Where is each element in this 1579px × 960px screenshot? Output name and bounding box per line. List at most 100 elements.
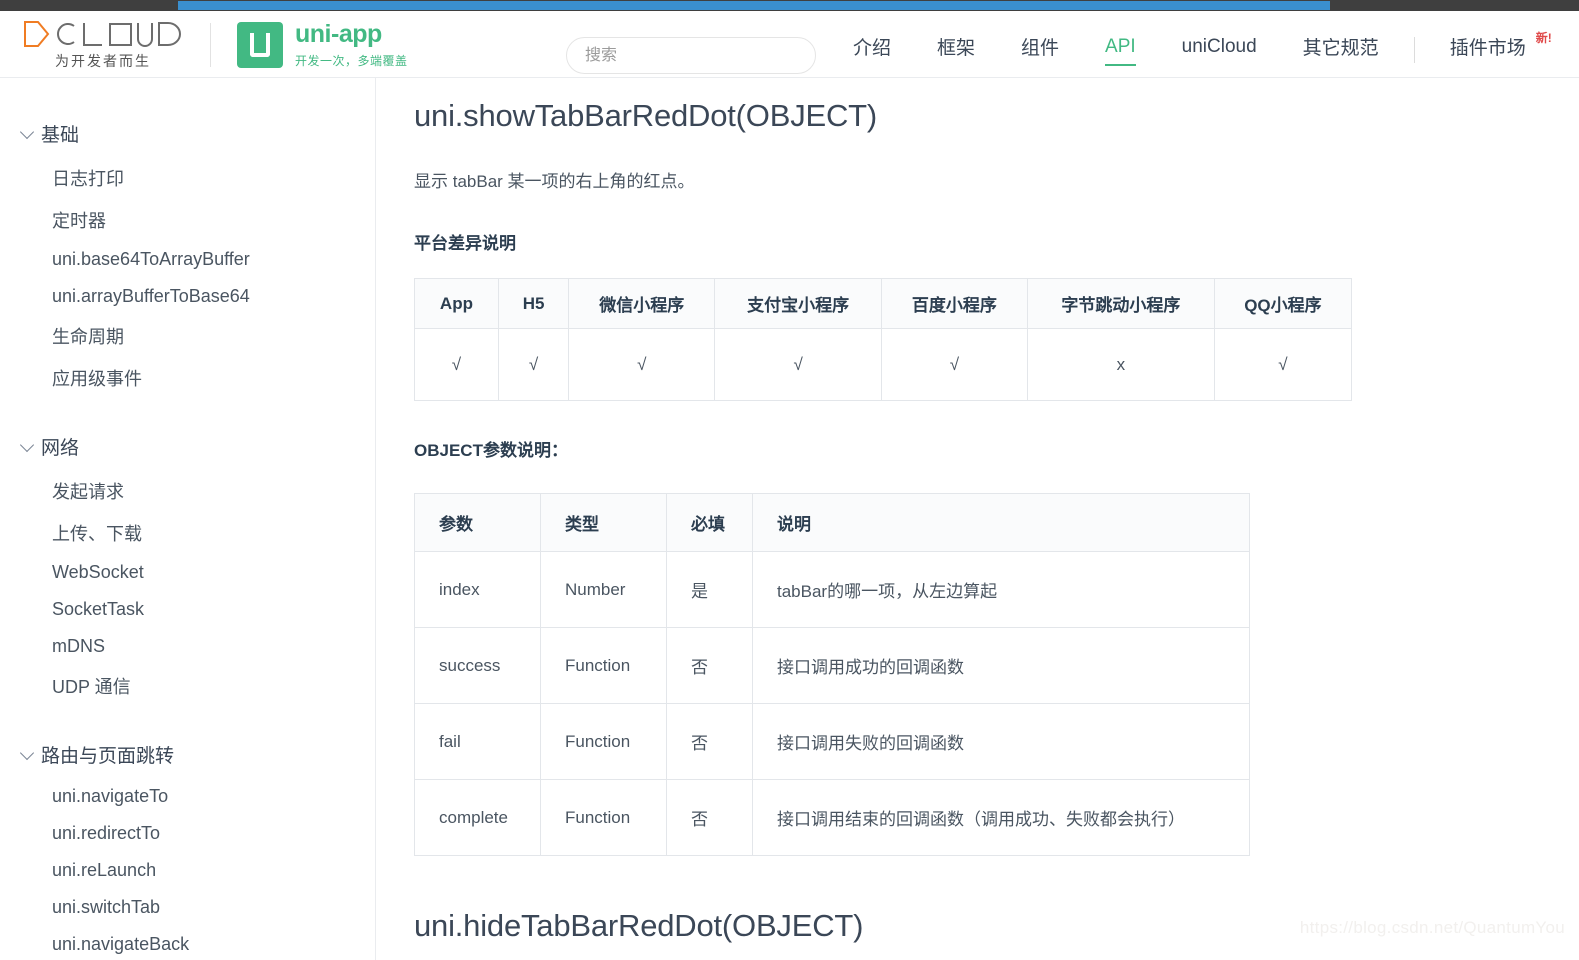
sidebar-group-basics[interactable]: 基础	[0, 120, 375, 147]
sidebar-item-log[interactable]: 日志打印	[0, 157, 375, 199]
sidebar-group-label: 基础	[41, 125, 80, 146]
sidebar-item-udp[interactable]: UDP 通信	[0, 665, 375, 707]
nav-item-plugin-market-label: 插件市场	[1449, 38, 1526, 59]
sidebar-item-websocket[interactable]: WebSocket	[0, 554, 375, 591]
th-qq: QQ小程序	[1213, 278, 1353, 329]
page-title-show-tabbar-red-dot: uni.showTabBarRedDot(OBJECT)	[414, 98, 878, 133]
th-alipay: 支付宝小程序	[714, 278, 882, 329]
cell-param-desc: 接口调用结束的回调函数（调用成功、失败都会执行）	[752, 779, 1250, 856]
cell-baidu-support: √	[880, 328, 1028, 401]
table-row: complete Function 否 接口调用结束的回调函数（调用成功、失败都…	[414, 779, 1250, 856]
main-navigation: 介绍 框架 组件 API uniCloud 其它规范 插件市场 新!	[830, 22, 1566, 78]
cell-alipay-support: √	[714, 328, 882, 401]
cell-param-desc: 接口调用失败的回调函数	[752, 703, 1250, 780]
cell-weixin-support: √	[568, 328, 716, 401]
cell-param-type: Function	[540, 779, 667, 856]
search-input[interactable]	[566, 37, 816, 74]
cell-qq-support: √	[1213, 328, 1353, 401]
cell-param-type: Function	[540, 703, 667, 780]
dcloud-logo[interactable]: 为开发者而生	[22, 19, 184, 71]
th-app: App	[414, 278, 499, 329]
sidebar-item-switchtab[interactable]: uni.switchTab	[0, 889, 375, 926]
th-required: 必填	[666, 493, 753, 552]
table-row: √ √ √ √ √ x √	[414, 328, 1353, 401]
uni-u-glyph	[250, 33, 270, 57]
browser-horizontal-scrollbar-track[interactable]	[0, 0, 1579, 11]
sidebar-group-routing[interactable]: 路由与页面跳转	[0, 741, 375, 768]
th-weixin: 微信小程序	[568, 278, 716, 329]
platform-difference-heading: 平台差异说明	[414, 234, 516, 253]
platform-support-table: App H5 微信小程序 支付宝小程序 百度小程序 字节跳动小程序 QQ小程序 …	[414, 278, 1353, 401]
sidebar-item-redirectto[interactable]: uni.redirectTo	[0, 815, 375, 852]
nav-item-intro[interactable]: 介绍	[853, 33, 891, 67]
object-params-heading: OBJECT参数说明：	[414, 441, 568, 460]
th-type: 类型	[540, 493, 667, 552]
sidebar-item-base64toarraybuffer[interactable]: uni.base64ToArrayBuffer	[0, 241, 375, 278]
sidebar-item-relaunch[interactable]: uni.reLaunch	[0, 852, 375, 889]
cell-param-name: index	[414, 551, 541, 628]
chevron-down-icon	[19, 437, 35, 452]
table-row: index Number 是 tabBar的哪一项，从左边算起	[414, 551, 1250, 628]
cell-param-name: success	[414, 627, 541, 704]
th-param: 参数	[414, 493, 541, 552]
th-baidu: 百度小程序	[880, 278, 1028, 329]
site-header: 为开发者而生 uni-app 开发一次，多端覆盖 介绍 框架 组件 API un…	[0, 11, 1579, 78]
sidebar-group-label: 网络	[41, 438, 80, 459]
nav-item-api[interactable]: API	[1105, 36, 1136, 66]
table-row: success Function 否 接口调用成功的回调函数	[414, 627, 1250, 704]
chevron-down-icon	[19, 124, 35, 139]
cell-param-desc: 接口调用成功的回调函数	[752, 627, 1250, 704]
sidebar-item-navigateback[interactable]: uni.navigateBack	[0, 926, 375, 960]
sidebar-item-arraybuffertobase64[interactable]: uni.arrayBufferToBase64	[0, 278, 375, 315]
brand-area: 为开发者而生 uni-app 开发一次，多端覆盖	[22, 17, 408, 73]
cell-param-required: 是	[666, 551, 753, 628]
main-content: uni.showTabBarRedDot(OBJECT) 显示 tabBar 某…	[377, 78, 1579, 960]
nav-item-other-specs[interactable]: 其它规范	[1303, 33, 1379, 67]
nav-item-unicloud[interactable]: uniCloud	[1182, 36, 1257, 65]
cell-param-required: 否	[666, 703, 753, 780]
sidebar-group-network[interactable]: 网络	[0, 433, 375, 460]
sidebar-item-timer[interactable]: 定时器	[0, 199, 375, 241]
cell-param-required: 否	[666, 779, 753, 856]
table-header-row: App H5 微信小程序 支付宝小程序 百度小程序 字节跳动小程序 QQ小程序	[414, 278, 1353, 329]
cell-param-name: fail	[414, 703, 541, 780]
nav-divider	[1413, 37, 1415, 63]
cell-param-type: Number	[540, 551, 667, 628]
uni-app-brand-text[interactable]: uni-app 开发一次，多端覆盖	[295, 21, 408, 68]
uni-app-slogan: 开发一次，多端覆盖	[295, 53, 408, 68]
nav-item-plugin-market[interactable]: 插件市场 新!	[1449, 31, 1552, 67]
sidebar-item-upload-download[interactable]: 上传、下载	[0, 512, 375, 554]
table-row: fail Function 否 接口调用失败的回调函数	[414, 703, 1250, 780]
dcloud-slogan: 为开发者而生	[55, 53, 151, 69]
sidebar-item-sockettask[interactable]: SocketTask	[0, 591, 375, 628]
th-bytedance: 字节跳动小程序	[1026, 278, 1215, 329]
th-desc: 说明	[752, 493, 1250, 552]
nav-item-components[interactable]: 组件	[1021, 33, 1059, 67]
browser-horizontal-scrollbar-thumb[interactable]	[178, 1, 1330, 10]
cell-param-name: complete	[414, 779, 541, 856]
th-h5: H5	[497, 278, 570, 329]
brand-divider	[210, 23, 211, 67]
sidebar-item-lifecycle[interactable]: 生命周期	[0, 315, 375, 357]
table-header-row: 参数 类型 必填 说明	[414, 493, 1250, 552]
page-title-hide-tabbar-red-dot: uni.hideTabBarRedDot(OBJECT)	[414, 908, 864, 943]
sidebar-navigation[interactable]: 基础 日志打印 定时器 uni.base64ToArrayBuffer uni.…	[0, 78, 376, 960]
uni-app-name: uni-app	[295, 20, 382, 49]
sidebar-item-app-events[interactable]: 应用级事件	[0, 357, 375, 399]
dcloud-wordmark-icon	[24, 21, 181, 47]
nav-item-framework[interactable]: 框架	[937, 33, 975, 67]
uni-app-logo-icon[interactable]	[237, 22, 283, 68]
cell-param-required: 否	[666, 627, 753, 704]
cell-app-support: √	[414, 328, 499, 401]
cell-h5-support: √	[497, 328, 570, 401]
object-parameters-table: 参数 类型 必填 说明 index Number 是 tabBar的哪一项，从左…	[414, 493, 1250, 856]
cell-bytedance-support: x	[1026, 328, 1215, 401]
cell-param-type: Function	[540, 627, 667, 704]
cell-param-desc: tabBar的哪一项，从左边算起	[752, 551, 1250, 628]
sidebar-item-request[interactable]: 发起请求	[0, 470, 375, 512]
chevron-down-icon	[19, 745, 35, 760]
sidebar-item-navigateto[interactable]: uni.navigateTo	[0, 778, 375, 815]
sidebar-item-mdns[interactable]: mDNS	[0, 628, 375, 665]
new-badge: 新!	[1535, 31, 1552, 45]
api-description: 显示 tabBar 某一项的右上角的红点。	[414, 172, 695, 191]
